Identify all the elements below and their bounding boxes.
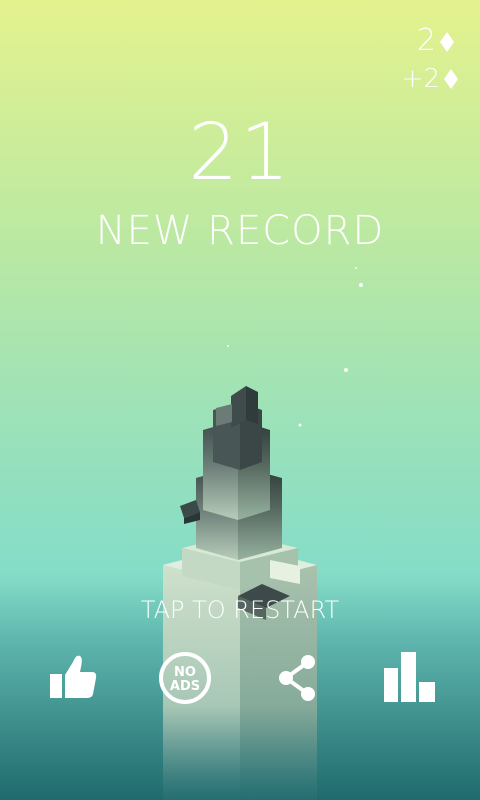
share-button[interactable] [268, 648, 328, 708]
like-button[interactable] [46, 648, 106, 708]
thumbs-up-icon [50, 655, 97, 698]
gem-count: 2 [416, 23, 436, 58]
diamond-icon [444, 69, 458, 89]
no-ads-icon: NO ADS [159, 652, 211, 704]
gem-bonus: +2 [402, 62, 458, 96]
leaderboard-button[interactable] [380, 648, 440, 708]
diamond-icon [440, 32, 454, 52]
gem-counter: 2 [417, 22, 454, 60]
score: 21 [188, 108, 292, 198]
new-record-banner: NEW RECORD [95, 208, 385, 254]
no-ads-button[interactable]: NO ADS [155, 648, 215, 708]
leaderboard-icon [384, 652, 435, 702]
share-icon [279, 655, 315, 701]
gem-bonus-count: +2 [401, 64, 440, 94]
restart-prompt[interactable]: TAP TO RESTART [0, 596, 480, 624]
svg-text:NO: NO [174, 665, 196, 680]
svg-text:ADS: ADS [170, 679, 200, 694]
